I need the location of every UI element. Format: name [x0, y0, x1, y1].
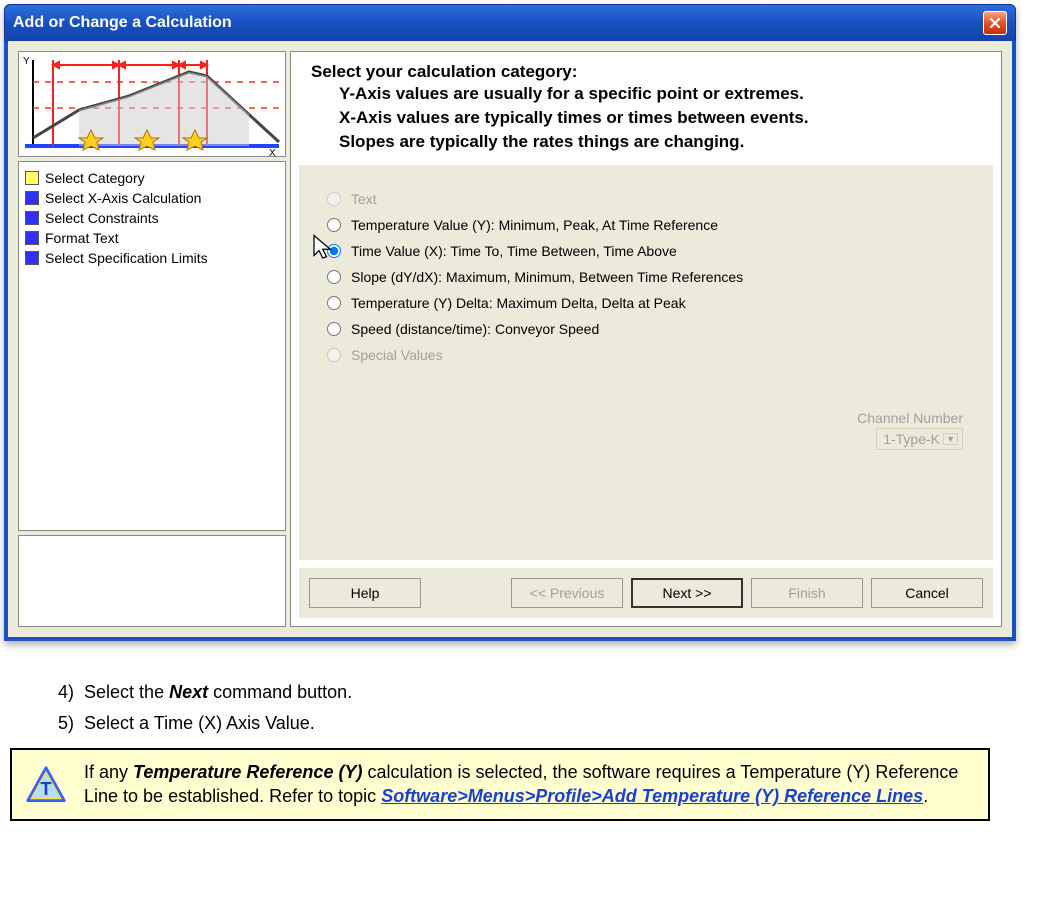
note-box: T If any Temperature Reference (Y) calcu… — [10, 748, 990, 821]
radio-label: Speed (distance/time): Conveyor Speed — [351, 321, 599, 337]
right-column: Select your calculation category: Y-Axis… — [290, 51, 1002, 627]
heading-title: Select your calculation category: — [311, 62, 981, 82]
radio-input[interactable] — [327, 244, 341, 258]
radio-label: Text — [351, 191, 377, 207]
step-label: Select X-Axis Calculation — [45, 190, 201, 206]
heading-line3: Slopes are typically the rates things ar… — [339, 130, 981, 154]
close-button[interactable] — [983, 11, 1007, 35]
finish-button[interactable]: Finish — [751, 578, 863, 608]
cancel-button[interactable]: Cancel — [871, 578, 983, 608]
step-4: 4) Select the Next command button. — [58, 677, 1038, 708]
radio-input[interactable] — [327, 270, 341, 284]
radio-input — [327, 192, 341, 206]
wizard-step-item[interactable]: Select X-Axis Calculation — [23, 188, 281, 208]
help-button[interactable]: Help — [309, 578, 421, 608]
wizard-step-item[interactable]: Select Constraints — [23, 208, 281, 228]
note-link[interactable]: Software>Menus>Profile>Add Temperature (… — [381, 786, 923, 806]
left-column: Y X — [18, 51, 286, 627]
channel-number-group: Channel Number 1-Type-K — [857, 410, 963, 450]
radio-panel: Text Temperature Value (Y): Minimum, Peak… — [299, 165, 993, 560]
radio-label: Temperature Value (Y): Minimum, Peak, At… — [351, 217, 718, 233]
dialog-window: Add or Change a Calculation Y X — [4, 4, 1016, 641]
svg-text:X: X — [269, 148, 276, 156]
heading-line2: X-Axis values are typically times or tim… — [339, 106, 981, 130]
step-label: Select Constraints — [45, 210, 159, 226]
dialog-body: Y X — [4, 41, 1016, 641]
step-color-icon — [25, 191, 39, 205]
step-color-icon — [25, 231, 39, 245]
radio-label: Time Value (X): Time To, Time Between, T… — [351, 243, 677, 259]
radio-option: Special Values — [327, 347, 965, 363]
channel-select: 1-Type-K — [876, 428, 963, 450]
previous-button[interactable]: << Previous — [511, 578, 623, 608]
radio-option[interactable]: Temperature (Y) Delta: Maximum Delta, De… — [327, 295, 965, 311]
svg-text:Y: Y — [23, 56, 30, 67]
step-label: Format Text — [45, 230, 119, 246]
next-button[interactable]: Next >> — [631, 578, 743, 608]
wizard-step-item[interactable]: Select Specification Limits — [23, 248, 281, 268]
radio-option[interactable]: Temperature Value (Y): Minimum, Peak, At… — [327, 217, 965, 233]
radio-input[interactable] — [327, 296, 341, 310]
radio-option[interactable]: Time Value (X): Time To, Time Between, T… — [327, 243, 965, 259]
heading-line1: Y-Axis values are usually for a specific… — [339, 82, 981, 106]
wizard-step-item[interactable]: Format Text — [23, 228, 281, 248]
step-5: 5) Select a Time (X) Axis Value. — [58, 708, 1038, 739]
step-color-icon — [25, 211, 39, 225]
step-label: Select Specification Limits — [45, 250, 208, 266]
wizard-step-item[interactable]: Select Category — [23, 168, 281, 188]
heading-block: Select your calculation category: Y-Axis… — [291, 52, 1001, 157]
radio-option[interactable]: Slope (dY/dX): Maximum, Minimum, Between… — [327, 269, 965, 285]
window-title: Add or Change a Calculation — [13, 14, 232, 32]
step-color-icon — [25, 171, 39, 185]
step-color-icon — [25, 251, 39, 265]
step-label: Select Category — [45, 170, 145, 186]
radio-option: Text — [327, 191, 965, 207]
channel-label: Channel Number — [857, 410, 963, 426]
button-row: Help << Previous Next >> Finish Cancel — [299, 568, 993, 618]
hint-empty-box — [18, 535, 286, 627]
wizard-graphic: Y X — [18, 51, 286, 157]
note-text: If any Temperature Reference (Y) calcula… — [84, 760, 972, 809]
radio-label: Special Values — [351, 347, 443, 363]
svg-text:T: T — [40, 778, 51, 799]
tip-icon: T — [24, 764, 68, 808]
radio-input[interactable] — [327, 218, 341, 232]
radio-input — [327, 348, 341, 362]
wizard-steps-list: Select Category Select X-Axis Calculation… — [18, 161, 286, 531]
radio-label: Slope (dY/dX): Maximum, Minimum, Between… — [351, 269, 743, 285]
titlebar: Add or Change a Calculation — [4, 4, 1016, 41]
instruction-steps: 4) Select the Next command button. 5) Se… — [58, 677, 1038, 738]
radio-option[interactable]: Speed (distance/time): Conveyor Speed — [327, 321, 965, 337]
radio-label: Temperature (Y) Delta: Maximum Delta, De… — [351, 295, 686, 311]
radio-input[interactable] — [327, 322, 341, 336]
